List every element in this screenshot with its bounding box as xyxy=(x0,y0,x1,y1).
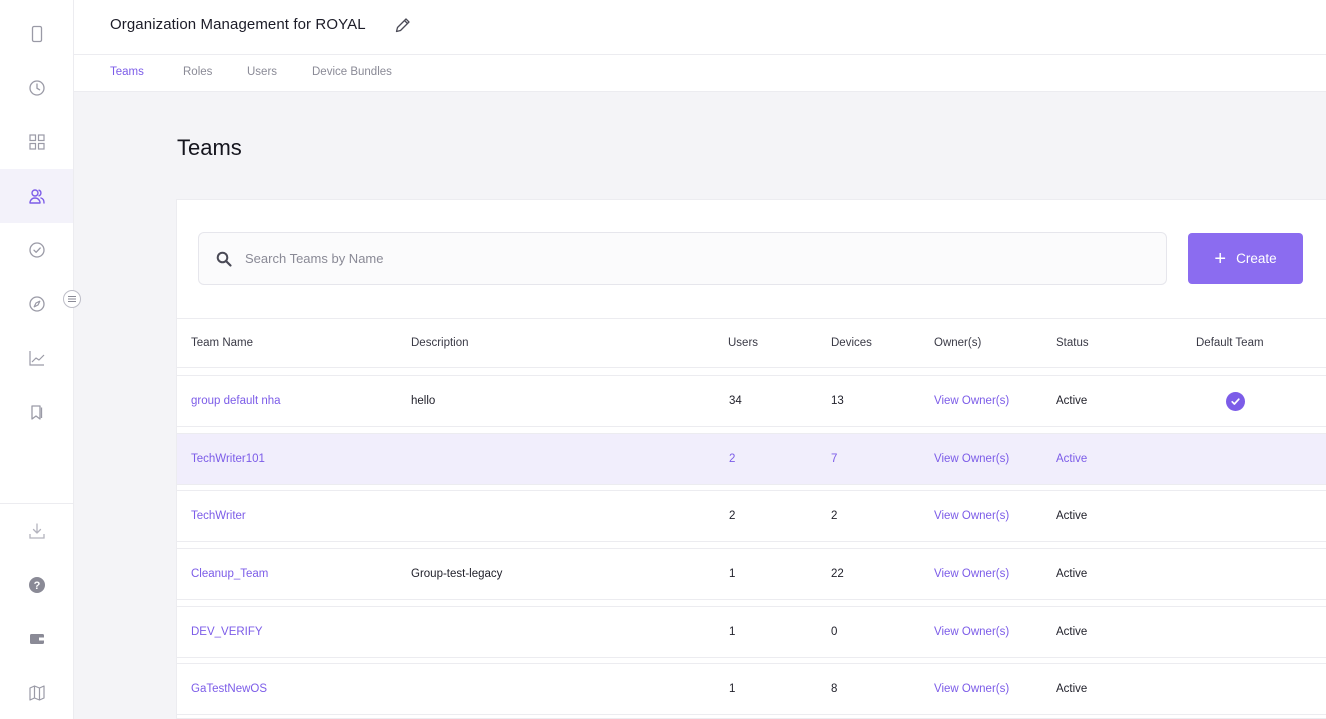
search-input[interactable] xyxy=(245,233,1145,284)
tab-users[interactable]: Users xyxy=(247,66,277,78)
table-row[interactable]: DEV_VERIFY 1 0 View Owner(s) Active xyxy=(177,606,1326,658)
view-owners-link[interactable]: View Owner(s) xyxy=(934,683,1009,695)
chart-line-icon xyxy=(28,351,44,366)
dashboard-grid-icon xyxy=(28,134,45,150)
team-users-count: 1 xyxy=(729,683,736,695)
sidebar-item-devices[interactable] xyxy=(0,7,73,61)
sidebar-item-history[interactable] xyxy=(0,61,73,115)
team-description: hello xyxy=(411,395,436,407)
organization-title: Organization Management for ROYAL xyxy=(110,16,366,33)
table-row[interactable]: group default nha hello 34 13 View Owner… xyxy=(177,375,1326,427)
team-devices-count: 7 xyxy=(831,453,838,465)
default-team-check-icon xyxy=(1226,392,1245,411)
tab-roles[interactable]: Roles xyxy=(183,66,212,78)
team-description: Group-test-legacy xyxy=(411,568,503,580)
sidebar-item-dashboard[interactable] xyxy=(0,115,73,169)
view-owners-link[interactable]: View Owner(s) xyxy=(934,568,1009,580)
page-header: Organization Management for ROYAL xyxy=(74,0,1326,55)
sidebar-item-explore[interactable] xyxy=(0,277,73,331)
team-status: Active xyxy=(1056,568,1088,580)
sidebar-item-help[interactable]: ? xyxy=(0,558,73,612)
tab-bar: Teams Roles Users Device Bundles xyxy=(74,55,1326,92)
view-owners-link[interactable]: View Owner(s) xyxy=(934,510,1009,522)
team-name-link[interactable]: DEV_VERIFY xyxy=(191,626,263,638)
download-icon xyxy=(28,523,45,539)
compass-icon xyxy=(28,296,45,312)
view-owners-link[interactable]: View Owner(s) xyxy=(934,395,1009,407)
team-devices-count: 13 xyxy=(831,395,844,407)
plus-icon: + xyxy=(1214,247,1227,270)
wallet-icon xyxy=(29,634,44,644)
svg-text:?: ? xyxy=(33,580,40,592)
sidebar-item-organization[interactable] xyxy=(0,169,73,223)
users-icon xyxy=(28,189,45,204)
map-icon xyxy=(28,685,45,701)
team-status: Active xyxy=(1056,395,1088,407)
team-name-link[interactable]: TechWriter xyxy=(191,510,246,522)
team-name-link[interactable]: Cleanup_Team xyxy=(191,568,268,580)
column-header-devices[interactable]: Devices xyxy=(831,337,872,349)
team-devices-count: 22 xyxy=(831,568,844,580)
team-devices-count: 8 xyxy=(831,683,838,695)
team-name-link[interactable]: TechWriter101 xyxy=(191,453,265,465)
view-owners-link[interactable]: View Owner(s) xyxy=(934,626,1009,638)
pencil-icon xyxy=(395,18,410,33)
team-users-count: 34 xyxy=(729,395,742,407)
column-header-users[interactable]: Users xyxy=(728,337,758,349)
clock-icon xyxy=(28,80,45,96)
menu-lines-icon xyxy=(68,296,76,302)
search-icon xyxy=(216,251,232,267)
team-users-count: 2 xyxy=(729,510,736,522)
team-users-count: 1 xyxy=(729,626,736,638)
page-title: Teams xyxy=(177,135,242,160)
edit-title-button[interactable] xyxy=(393,15,413,35)
table-row[interactable]: GaTestNewOS 1 8 View Owner(s) Active xyxy=(177,663,1326,715)
device-icon xyxy=(31,25,42,43)
sidebar-item-downloads[interactable] xyxy=(0,504,73,558)
sidebar-collapse-button[interactable] xyxy=(63,290,81,308)
column-header-default-team[interactable]: Default Team xyxy=(1196,337,1264,349)
check-circle-icon xyxy=(28,242,45,258)
view-owners-link[interactable]: View Owner(s) xyxy=(934,453,1009,465)
sidebar-item-saved[interactable] xyxy=(0,385,73,439)
team-users-count: 1 xyxy=(729,568,736,580)
tab-device-bundles[interactable]: Device Bundles xyxy=(312,66,392,78)
sidebar: ? xyxy=(0,0,74,719)
sidebar-item-billing[interactable] xyxy=(0,612,73,666)
team-status: Active xyxy=(1056,510,1088,522)
create-button-label: Create xyxy=(1236,251,1277,266)
team-status: Active xyxy=(1056,683,1088,695)
bookmark-icon xyxy=(30,405,42,420)
team-name-link[interactable]: GaTestNewOS xyxy=(191,683,267,695)
sidebar-item-analytics[interactable] xyxy=(0,331,73,385)
team-devices-count: 0 xyxy=(831,626,838,638)
team-name-link[interactable]: group default nha xyxy=(191,395,281,407)
search-box xyxy=(198,232,1167,285)
create-team-button[interactable]: + Create xyxy=(1188,233,1303,284)
table-row[interactable]: Cleanup_Team Group-test-legacy 1 22 View… xyxy=(177,548,1326,600)
table-header: Team Name Description Users Devices Owne… xyxy=(177,318,1326,368)
column-header-description[interactable]: Description xyxy=(411,337,469,349)
column-header-owners[interactable]: Owner(s) xyxy=(934,337,981,349)
teams-card: + Create Team Name Description Users Dev… xyxy=(176,199,1326,719)
tab-teams[interactable]: Teams xyxy=(110,66,144,78)
team-status: Active xyxy=(1056,453,1088,465)
team-status: Active xyxy=(1056,626,1088,638)
team-devices-count: 2 xyxy=(831,510,838,522)
team-users-count: 2 xyxy=(729,453,736,465)
help-icon: ? xyxy=(28,577,45,593)
sidebar-item-tasks[interactable] xyxy=(0,223,73,277)
column-header-team-name[interactable]: Team Name xyxy=(191,337,253,349)
sidebar-item-map[interactable] xyxy=(0,666,73,719)
table-row[interactable]: TechWriter101 2 7 View Owner(s) Active xyxy=(177,433,1326,485)
table-row[interactable]: TechWriter 2 2 View Owner(s) Active xyxy=(177,490,1326,542)
column-header-status[interactable]: Status xyxy=(1056,337,1089,349)
